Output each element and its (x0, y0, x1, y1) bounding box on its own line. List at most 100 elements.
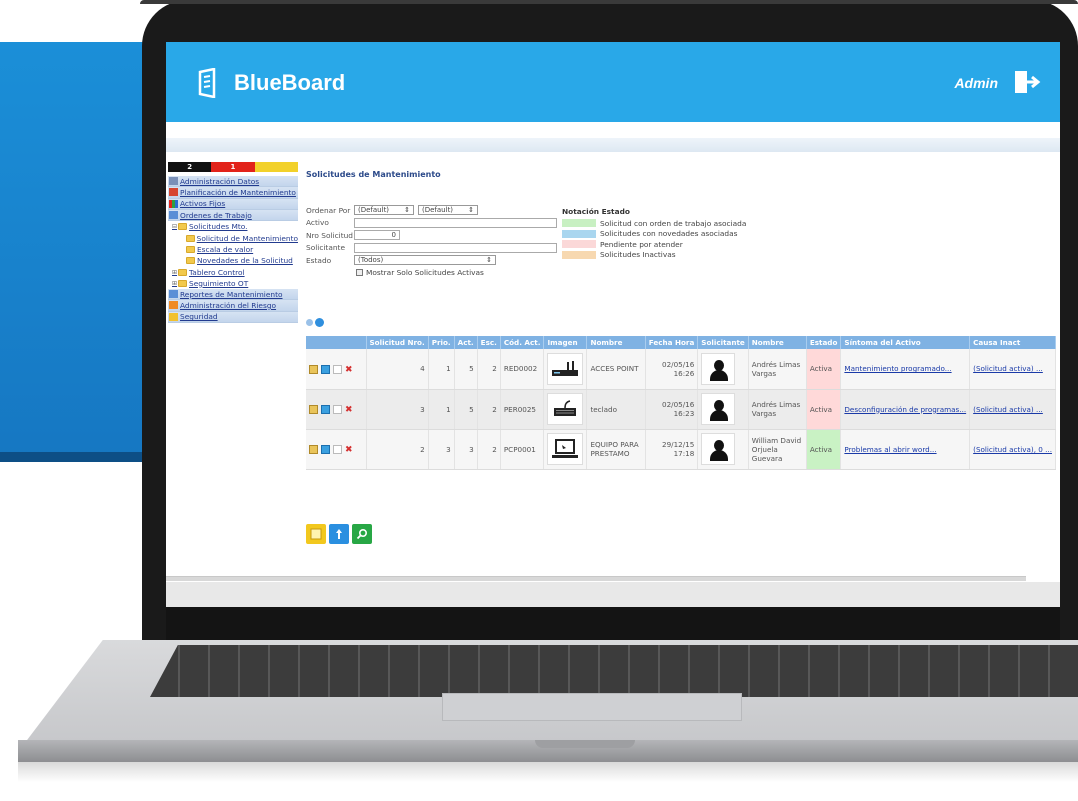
sidebar-item-solicitudes-mto[interactable]: ⊟ Solicitudes Mto. (168, 221, 298, 233)
symptom-link[interactable]: Mantenimiento programado... (844, 364, 951, 373)
sidebar-item-activos-fijos[interactable]: Activos Fijos (168, 198, 298, 210)
cell-requester-name: William David Orjuela Guevara (748, 429, 807, 470)
column-header[interactable]: Nombre (748, 336, 807, 349)
requester-input[interactable] (354, 242, 557, 253)
request-number-input[interactable]: 0 (354, 230, 400, 241)
status-counters: 2 1 3 (168, 162, 298, 172)
cell-causa: (Solicitud activa), 0 ... (969, 429, 1056, 470)
sidebar: 2 1 3 Administración Datos Planificación… (168, 162, 298, 323)
symptom-link[interactable]: Desconfiguración de programas... (844, 405, 966, 414)
document-icon[interactable] (333, 364, 342, 374)
legend-item: Solicitud con orden de trabajo asociada (562, 218, 782, 229)
folder-icon (178, 268, 187, 276)
delete-icon[interactable]: ✖ (345, 365, 353, 375)
column-header[interactable]: Imagen (543, 336, 588, 349)
first-page-icon[interactable] (306, 319, 313, 326)
cell-time: 16:26 (673, 368, 695, 378)
keyboard-icon[interactable] (547, 393, 584, 425)
order-select-1[interactable]: (Default) ⇕ (354, 205, 414, 216)
horizontal-scrollbar[interactable] (166, 576, 1026, 581)
expand-icon[interactable]: ⊞ (172, 280, 177, 287)
sidebar-item-label: Tablero Control (189, 267, 245, 277)
legend-title: Notación Estado (562, 207, 630, 216)
cell-esc: 2 (477, 349, 501, 390)
asset-input[interactable] (354, 217, 557, 228)
cause-link[interactable]: (Solicitud activa), 0 ... (973, 445, 1052, 454)
column-header[interactable]: Solicitante (697, 336, 749, 349)
data-admin-icon (169, 177, 178, 186)
risk-icon (169, 301, 178, 310)
sidebar-item-planificacion[interactable]: Planificación de Mantenimiento (168, 187, 298, 199)
cell-cod: RED0002 (500, 349, 545, 390)
active-only-label: Mostrar Solo Solicitudes Activas (366, 267, 484, 277)
column-header[interactable]: Solicitud Nro. (366, 336, 429, 349)
sidebar-item-riesgo[interactable]: Administración del Riesgo (168, 300, 298, 312)
cell-requester-name: Andrés Limas Vargas (748, 349, 807, 390)
status-select[interactable]: (Todos) ⇕ (354, 255, 496, 266)
cell-act: 5 (454, 349, 478, 390)
sidebar-item-ordenes-trabajo[interactable]: Ordenes de Trabajo (168, 209, 298, 222)
view-icon[interactable] (321, 364, 330, 374)
sidebar-item-escala-valor[interactable]: Escala de valor (168, 243, 298, 256)
legend-label: Solicitud con orden de trabajo asociada (600, 218, 747, 228)
new-record-button[interactable] (306, 524, 326, 544)
column-header[interactable]: Prio. (428, 336, 455, 349)
view-icon[interactable] (321, 404, 330, 414)
sidebar-item-seguridad[interactable]: Seguridad (168, 311, 298, 323)
document-icon[interactable] (333, 444, 342, 454)
laptop-trackpad (442, 693, 742, 721)
active-only-checkbox[interactable] (356, 268, 363, 276)
laptop-bezel (166, 607, 1060, 640)
sidebar-item-tablero-control[interactable]: ⊞ Tablero Control (168, 266, 298, 278)
edit-icon[interactable] (309, 444, 318, 454)
user-name[interactable]: Admin (954, 75, 998, 91)
document-icon[interactable] (333, 404, 342, 414)
edit-icon[interactable] (309, 404, 318, 414)
collapse-icon[interactable]: ⊟ (172, 223, 177, 230)
refresh-button[interactable] (329, 524, 349, 544)
cell-image (543, 349, 588, 390)
view-icon[interactable] (321, 444, 330, 454)
expand-icon[interactable]: ⊞ (172, 269, 177, 276)
column-header[interactable]: Act. (454, 336, 478, 349)
column-header[interactable]: Nombre (586, 336, 646, 349)
cause-link[interactable]: (Solicitud activa) ... (973, 364, 1043, 373)
order-select-2[interactable]: (Default) ⇕ (418, 205, 478, 216)
column-header[interactable]: Síntoma del Activo (840, 336, 971, 349)
counter-black[interactable]: 2 (168, 162, 212, 172)
column-header[interactable]: Causa Inact (969, 336, 1056, 349)
access-point-icon[interactable] (547, 352, 584, 385)
sidebar-item-novedades-solicitud[interactable]: Novedades de la Solicitud (168, 255, 298, 267)
chevron-down-icon: ⇕ (486, 256, 492, 265)
sidebar-item-label: Planificación de Mantenimiento (180, 187, 296, 197)
subheader-bar (166, 138, 1060, 152)
column-header[interactable]: Cód. Act. (500, 336, 545, 349)
cell-fecha: 29/12/15 17:18 (645, 429, 699, 470)
column-header[interactable]: Esc. (477, 336, 501, 349)
counter-red[interactable]: 1 (211, 162, 255, 172)
delete-icon[interactable]: ✖ (345, 445, 353, 455)
column-header[interactable]: Fecha Hora (645, 336, 699, 349)
active-only-row: Mostrar Solo Solicitudes Activas (306, 267, 566, 278)
laptop-shadow (18, 762, 1078, 782)
asset-row: Activo (306, 217, 566, 230)
app-logo-text[interactable]: BlueBoard (234, 70, 345, 96)
search-button[interactable] (352, 524, 372, 544)
logout-icon[interactable] (1014, 69, 1042, 95)
sidebar-item-solicitud-mantenimiento[interactable]: Solicitud de Mantenimiento (168, 232, 298, 244)
sidebar-item-reportes[interactable]: Reportes de Mantenimiento (168, 288, 298, 301)
cause-link[interactable]: (Solicitud activa) ... (973, 405, 1043, 414)
symptom-link[interactable]: Problemas al abrir word... (844, 445, 936, 454)
column-header[interactable]: Estado (806, 336, 842, 349)
requests-table: Solicitud Nro. Prio. Act. Esc. Cód. Act.… (306, 336, 1056, 470)
cell-cod: PCP0001 (500, 429, 545, 470)
delete-icon[interactable]: ✖ (345, 405, 353, 415)
prev-page-icon[interactable] (315, 318, 324, 327)
counter-yellow[interactable]: 3 (254, 162, 298, 172)
avatar (701, 433, 736, 465)
edit-icon[interactable] (309, 364, 318, 374)
sidebar-item-seguimiento-ot[interactable]: ⊞ Seguimiento OT (168, 277, 298, 289)
cell-estado: Activa (806, 429, 842, 470)
sidebar-item-administracion-datos[interactable]: Administración Datos (168, 176, 298, 188)
laptop-icon[interactable] (547, 433, 584, 465)
